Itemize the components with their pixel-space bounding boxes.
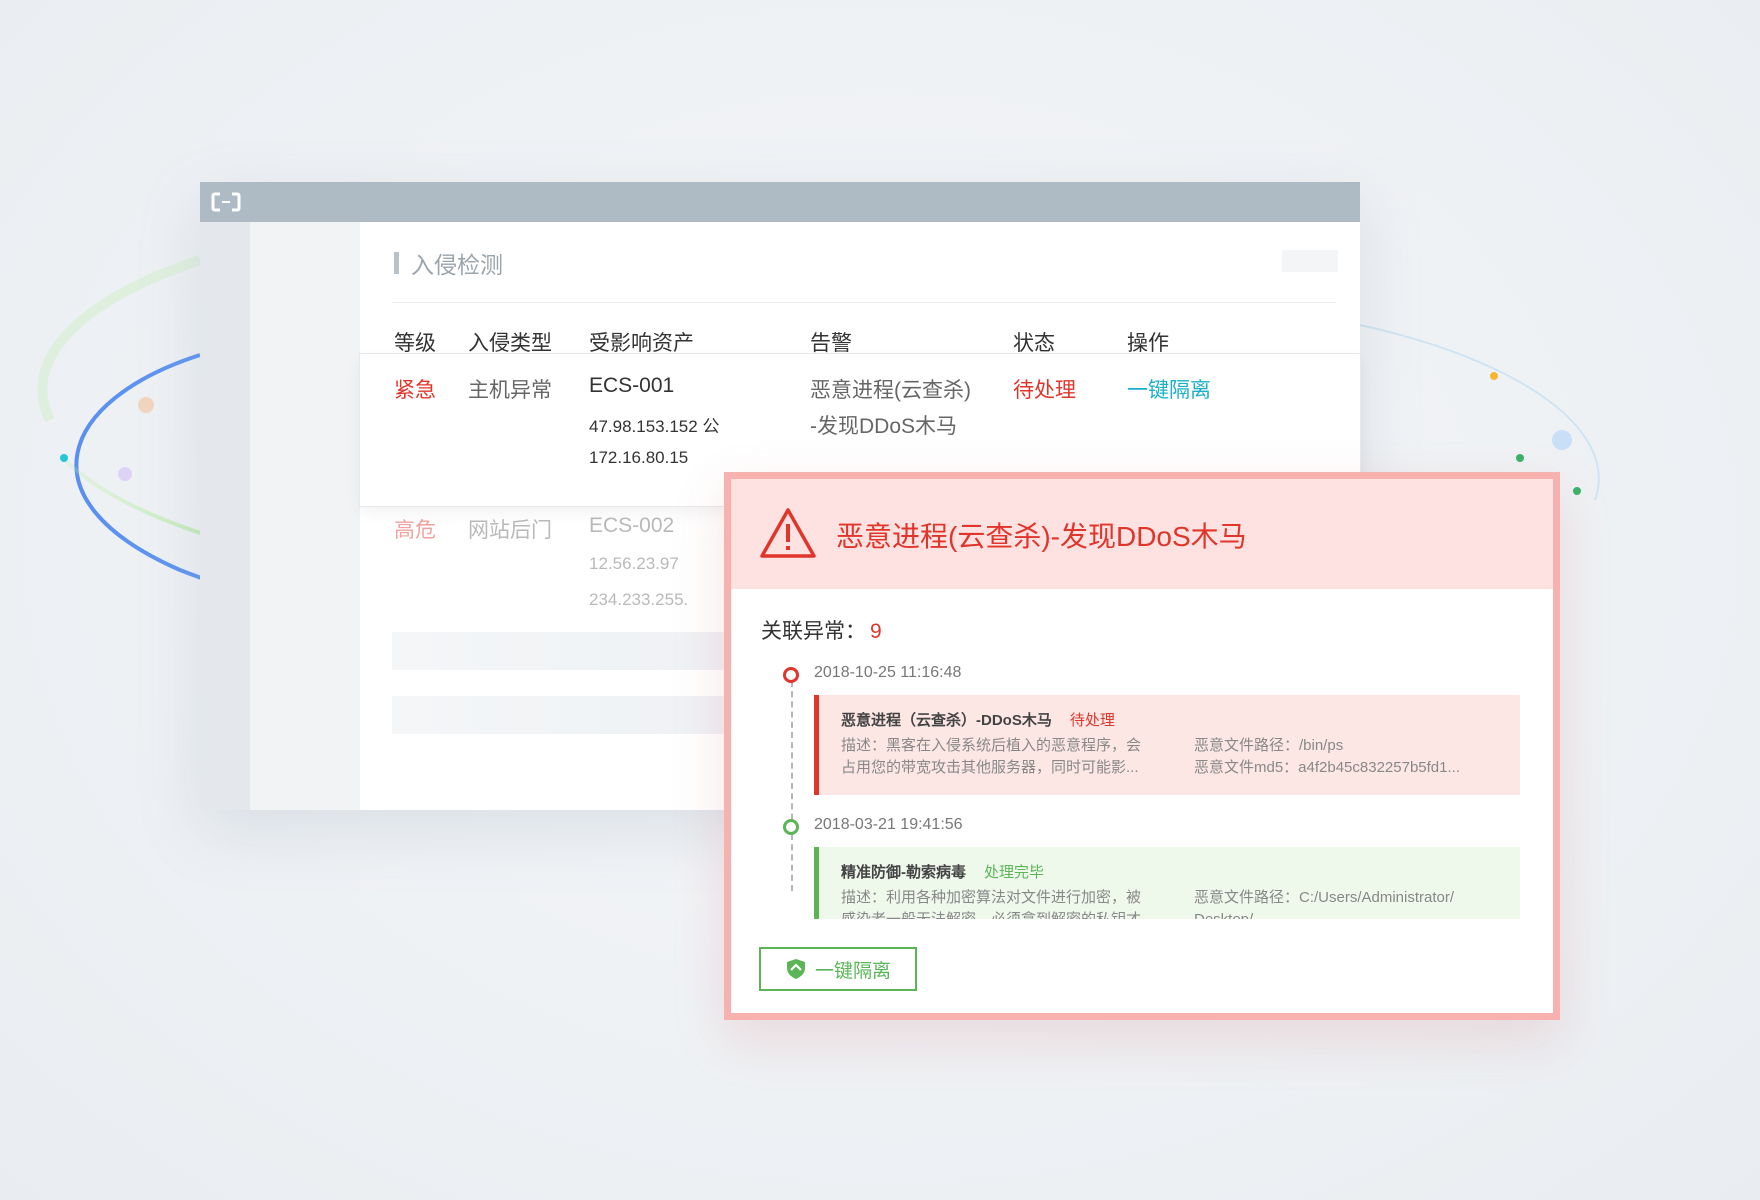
level-badge: 高危 (394, 519, 436, 542)
header-placeholder-button[interactable] (1282, 250, 1338, 272)
event-description: 描述：利用各种加密算法对文件进行加密，被 感染者一般无法解密，必须拿到解密的私钥… (841, 887, 1171, 919)
timeline-dot-done (783, 819, 799, 835)
related-anomalies: 关联异常： 9 (761, 615, 882, 645)
event-file-path: Desktop/ (1194, 909, 1504, 919)
intrusion-type: 主机异常 (468, 379, 552, 402)
warning-icon (760, 508, 816, 558)
event-card[interactable]: 精准防御-勒索病毒 处理完毕 描述：利用各种加密算法对文件进行加密，被 感染者一般… (814, 847, 1520, 919)
section-title: 入侵检测 (394, 250, 503, 278)
title-bar (200, 182, 1360, 222)
event-description-line: 感染者一般无法解密，必须拿到解密的私钥才 (841, 909, 1171, 919)
popup-title: 恶意进程(云查杀)-发现DDoS木马 (836, 521, 1247, 552)
popup-header: 恶意进程(云查杀)-发现DDoS木马 (731, 479, 1553, 589)
isolate-button-label: 一键隔离 (814, 960, 891, 982)
event-description: 描述：黑客在入侵系统后植入的恶意程序，会 占用您的带宽攻击其他服务器，同时可能影… (841, 735, 1171, 779)
column-header-alert: 告警 (810, 332, 852, 355)
column-header-asset: 受影响资产 (589, 332, 694, 355)
event-time: 2018-03-21 19:41:56 (814, 816, 963, 833)
asset-public-ip: 47.98.153.152 公 (589, 417, 720, 436)
event-description-line: 占用您的带宽攻击其他服务器，同时可能影... (841, 759, 1139, 776)
divider (392, 302, 1336, 303)
column-header-type: 入侵类型 (468, 332, 552, 355)
event-file-info: 恶意文件路径：/bin/ps 恶意文件md5：a4f2b45c832257b5f… (1194, 735, 1504, 779)
isolate-button[interactable]: 一键隔离 (759, 947, 917, 991)
timeline-dot-pending (783, 667, 799, 683)
shield-icon (786, 959, 805, 979)
event-time: 2018-10-25 11:16:48 (814, 664, 962, 681)
sub-nav (250, 222, 360, 810)
alert-line-1: 恶意进程(云查杀) (810, 379, 971, 402)
event-description-line: 描述：黑客在入侵系统后植入的恶意程序，会 (841, 737, 1142, 754)
nav-rail (200, 222, 250, 810)
skeleton-row (392, 632, 752, 670)
isolate-link[interactable]: 一键隔离 (1127, 374, 1211, 404)
event-file-md5: 恶意文件md5：a4f2b45c832257b5fd1... (1194, 759, 1460, 776)
intrusion-type: 网站后门 (468, 519, 552, 542)
event-status: 处理完毕 (984, 864, 1045, 881)
event-name: 精准防御-勒索病毒 (841, 864, 966, 881)
asset-public-ip: 12.56.23.97 (589, 554, 679, 573)
event-name: 恶意进程（云查杀）-DDoS木马 (841, 712, 1052, 729)
skeleton-row (392, 696, 752, 734)
event-file-path: 恶意文件路径：C:/Users/Administrator/ (1194, 889, 1455, 906)
timeline-line (791, 681, 793, 891)
asset-name[interactable]: ECS-001 (589, 374, 674, 398)
column-header-action: 操作 (1127, 332, 1169, 355)
event-file-path: 恶意文件路径：/bin/ps (1194, 737, 1344, 754)
event-card[interactable]: 恶意进程（云查杀）-DDoS木马 待处理 描述：黑客在入侵系统后植入的恶意程序，会… (814, 695, 1520, 795)
related-anomalies-count: 9 (870, 620, 882, 643)
column-header-status: 状态 (1013, 332, 1055, 355)
column-header-level: 等级 (394, 332, 436, 355)
event-file-info: 恶意文件路径：C:/Users/Administrator/ Desktop/ (1194, 887, 1504, 919)
level-badge: 紧急 (394, 379, 436, 402)
status-badge: 待处理 (1013, 379, 1076, 402)
event-description-line: 描述：利用各种加密算法对文件进行加密，被 (841, 889, 1142, 906)
asset-private-ip: 234.233.255. (589, 590, 689, 609)
asset-name[interactable]: ECS-002 (589, 514, 674, 538)
alert-detail-popup: 恶意进程(云查杀)-发现DDoS木马 关联异常： 9 2018-10-25 11:… (724, 472, 1560, 1020)
cloud-logo-icon (211, 192, 241, 212)
asset-private-ip: 172.16.80.15 (589, 448, 689, 467)
alert-line-2: -发现DDoS木马 (810, 415, 958, 438)
event-status: 待处理 (1069, 712, 1115, 729)
related-anomalies-label: 关联异常： (761, 620, 866, 643)
